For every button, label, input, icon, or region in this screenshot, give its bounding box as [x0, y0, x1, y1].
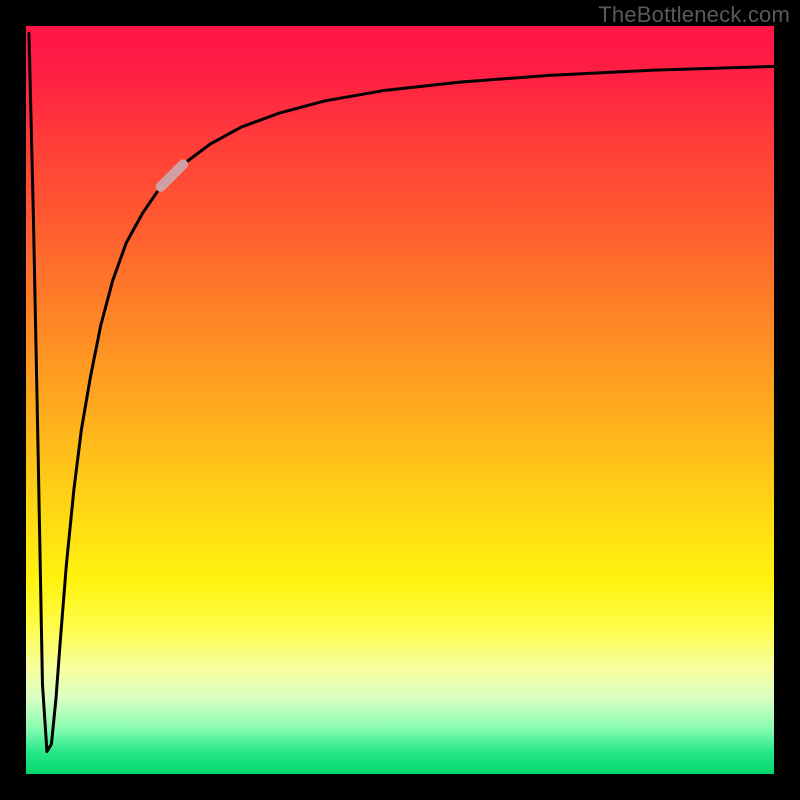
chart-root: TheBottleneck.com — [0, 0, 800, 800]
gradient-plot-area — [26, 26, 774, 774]
watermark-text: TheBottleneck.com — [598, 2, 790, 28]
